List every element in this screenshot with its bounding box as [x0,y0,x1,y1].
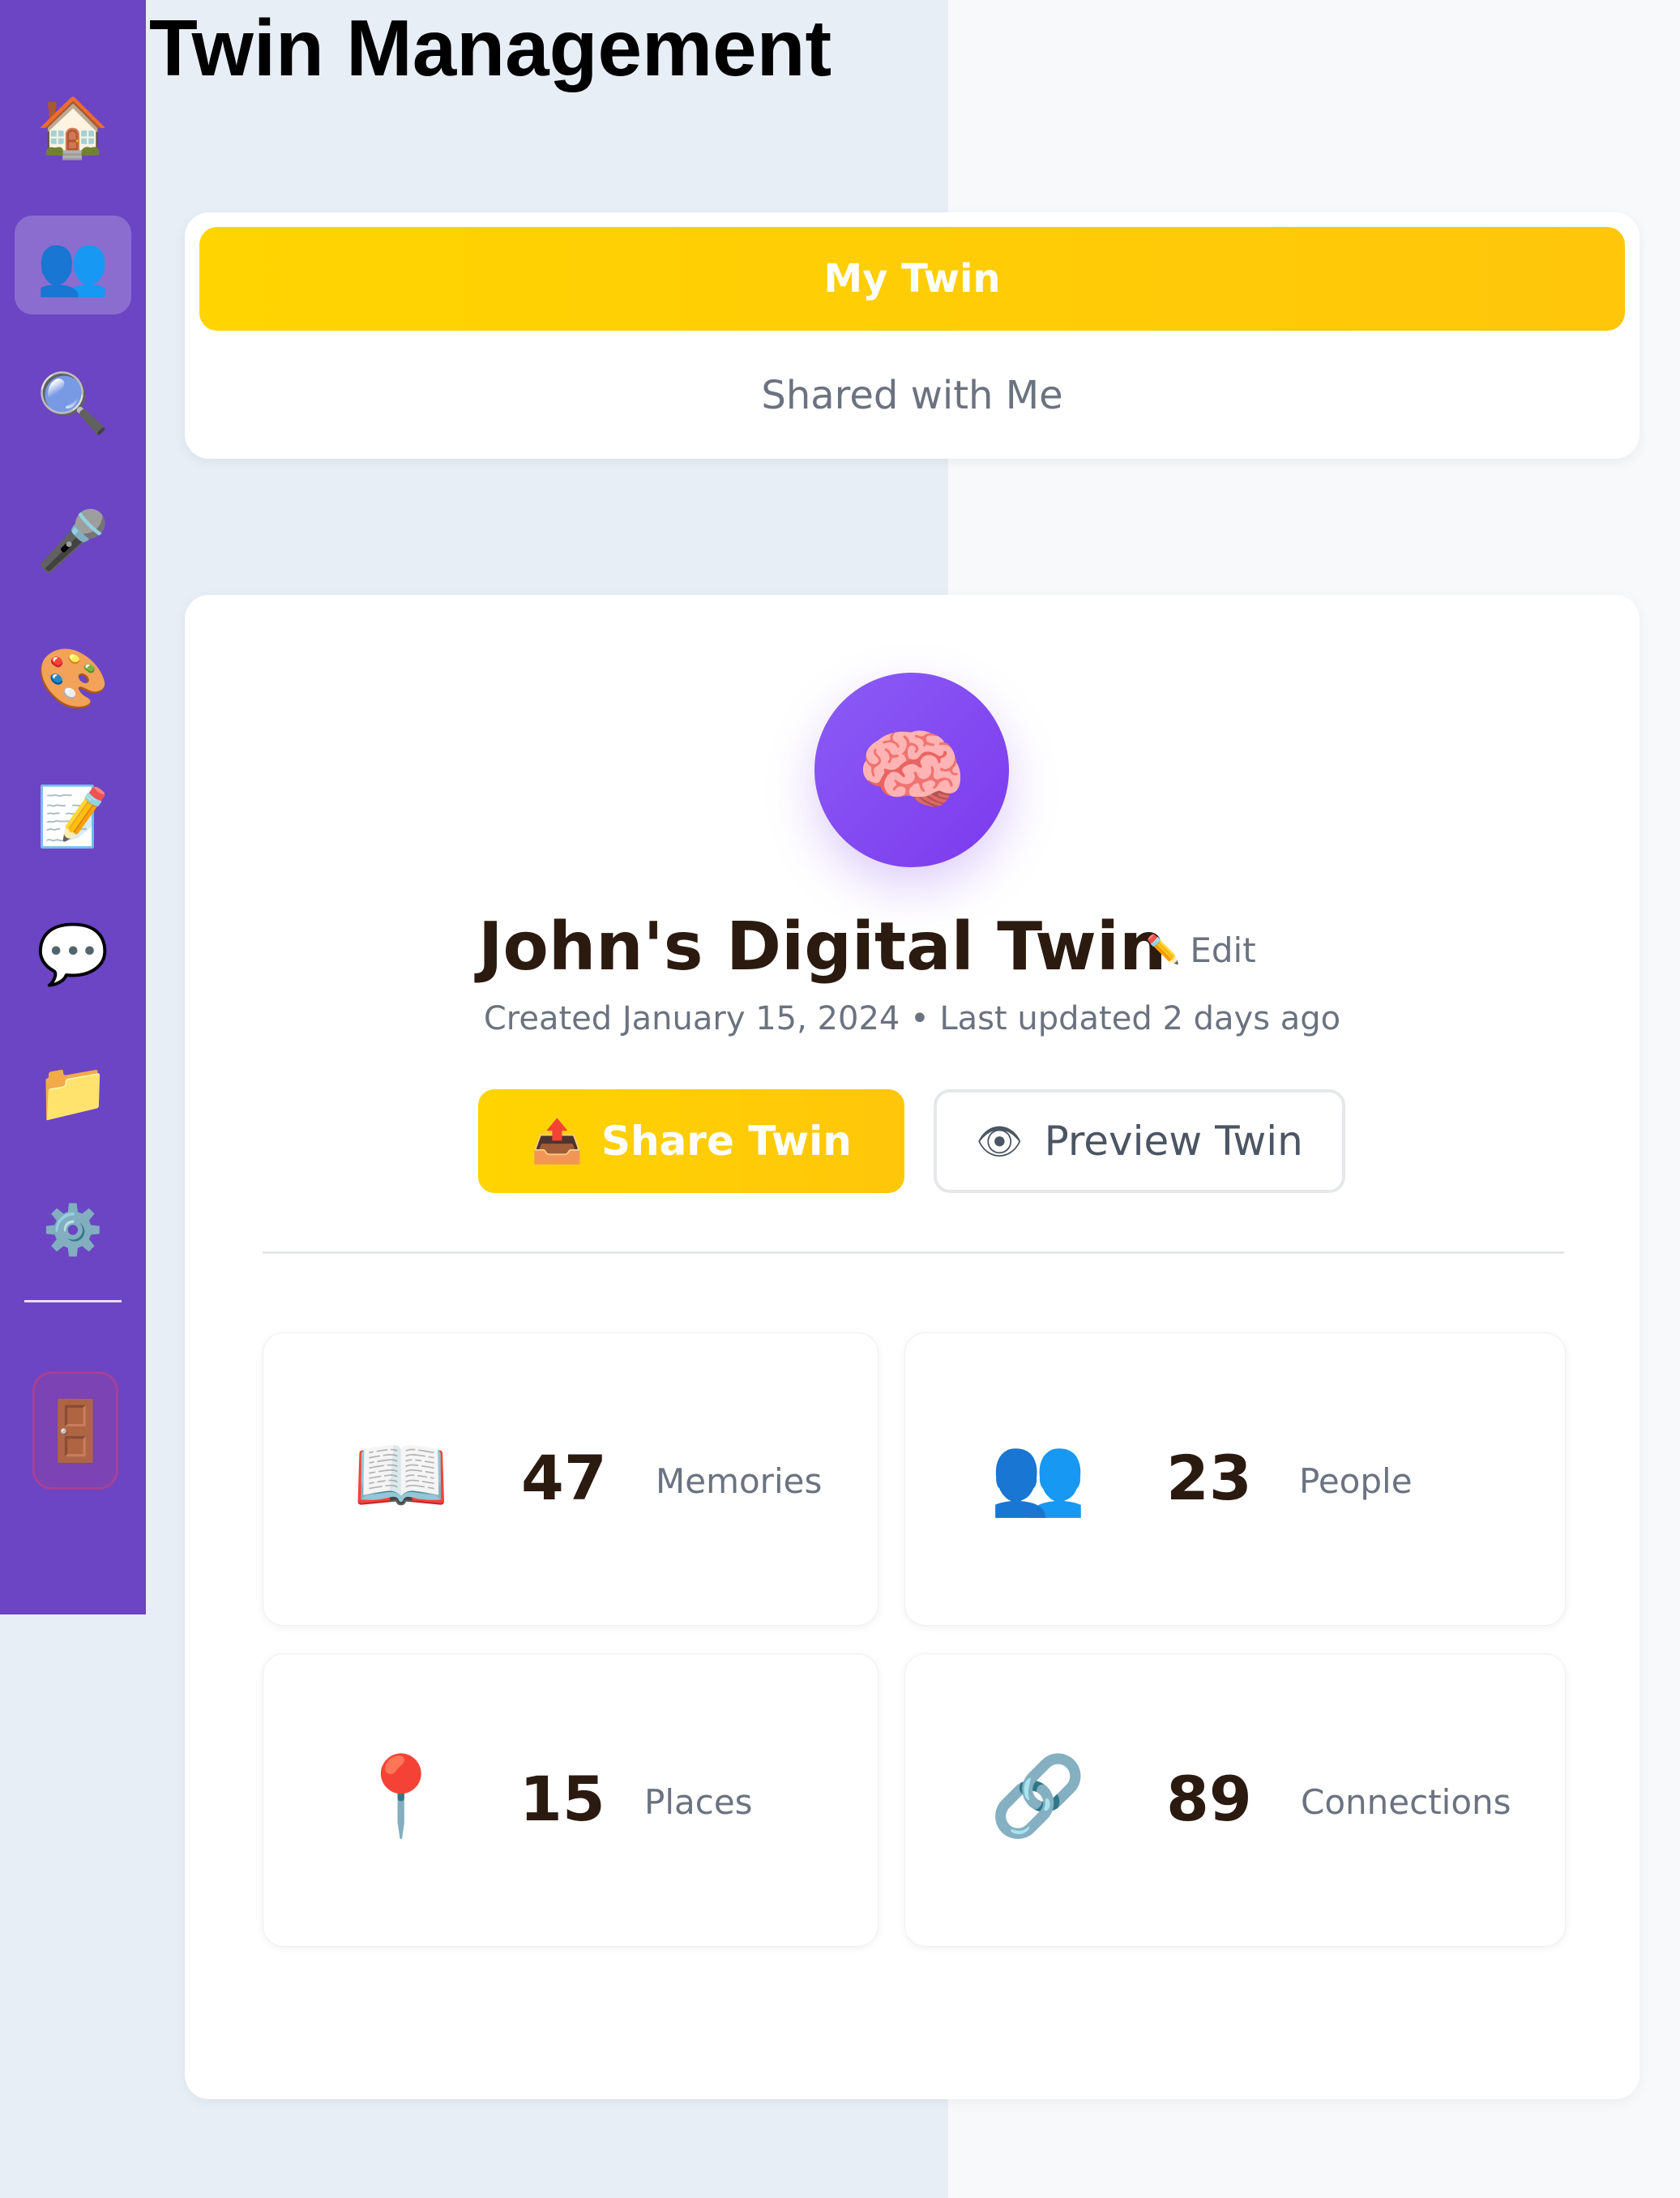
pencil-icon: ✏️ [1146,934,1181,966]
chat-icon[interactable]: 💬 [15,904,131,1003]
brain-avatar-icon: 🧠 [814,673,1009,867]
stat-memories[interactable]: 📖 47 Memories [263,1332,878,1626]
stat-label: Connections [1301,1782,1511,1822]
preview-twin-button[interactable]: 👁 Preview Twin [934,1089,1345,1193]
stat-people[interactable]: 👥 23 People [904,1332,1566,1626]
sidebar-divider [24,1300,122,1302]
stat-value: 15 [519,1763,605,1835]
home-icon[interactable]: 🏠 [15,78,131,177]
pin-icon: 📍 [353,1751,450,1841]
stat-label: People [1299,1461,1413,1501]
sidebar: 🏠 👥 🔍 🎤 🎨 📝 💬 📁 ⚙️ 🚪 [0,0,146,1614]
twin-meta: Created January 15, 2024 • Last updated … [483,1000,1341,1037]
microphone-icon[interactable]: 🎤 [15,491,131,590]
twin-tabs: My Twin Shared with Me [185,212,1639,459]
stat-label: Memories [656,1461,823,1501]
stat-value: 89 [1166,1763,1252,1835]
share-twin-label: Share Twin [601,1118,852,1165]
tab-shared-with-me[interactable]: Shared with Me [199,347,1625,444]
tab-my-twin[interactable]: My Twin [199,227,1625,331]
stat-connections[interactable]: 🔗 89 Connections [904,1653,1566,1947]
link-icon: 🔗 [990,1751,1087,1841]
twins-icon[interactable]: 👥 [15,216,131,314]
stat-places[interactable]: 📍 15 Places [263,1653,878,1947]
people-icon: 👥 [990,1430,1087,1520]
page-title: Twin Management [149,3,832,92]
folder-icon[interactable]: 📁 [15,1042,131,1141]
stat-value: 23 [1166,1442,1252,1514]
edit-button[interactable]: ✏️ Edit [1146,917,1256,982]
preview-twin-label: Preview Twin [1044,1118,1303,1165]
edit-label: Edit [1190,930,1256,970]
book-icon: 📖 [353,1430,450,1520]
stat-value: 47 [521,1442,607,1514]
share-icon: 📤 [531,1117,584,1166]
twin-profile-card: 🧠 John's Digital Twin ✏️ Edit Created Ja… [185,595,1639,2099]
logout-door-icon[interactable]: 🚪 [32,1371,118,1490]
eye-icon: 👁 [976,1118,1024,1163]
palette-icon[interactable]: 🎨 [15,629,131,728]
gear-icon[interactable]: ⚙️ [15,1180,131,1279]
twin-name: John's Digital Twin [478,909,1167,986]
section-divider [263,1251,1564,1254]
search-icon[interactable]: 🔍 [15,353,131,452]
share-twin-button[interactable]: 📤 Share Twin [478,1089,904,1193]
stat-label: Places [644,1782,753,1822]
notes-icon[interactable]: 📝 [15,767,131,866]
